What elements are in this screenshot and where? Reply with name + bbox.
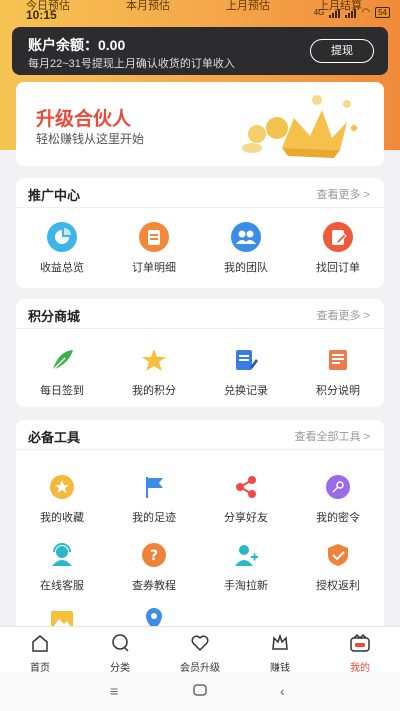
coupon-tutorial-item[interactable]: ? 查券教程 [108, 540, 200, 593]
add-user-icon [231, 540, 261, 570]
tools-more-link[interactable]: 查看全部工具 > [295, 428, 370, 444]
item-label: 授权返利 [316, 580, 360, 592]
share-icon [231, 472, 261, 502]
item-label: 每日签到 [40, 385, 84, 397]
my-footprint-item[interactable]: 我的足迹 [108, 472, 200, 525]
promotion-center-card: 推广中心 查看更多 > 收益总览 订单明细 我的团队 找回订单 [16, 178, 384, 288]
item-label: 收益总览 [40, 262, 84, 274]
essential-tools-card: 必备工具 查看全部工具 > 我的收藏 我的足迹 分享好友 我的密令 在线客服 ?… [16, 420, 384, 660]
wifi-icon: ◠ [361, 7, 371, 18]
item-label: 查券教程 [132, 580, 176, 592]
my-secret-code-item[interactable]: 我的密令 [292, 472, 384, 525]
section-title: 积分商城 [28, 309, 81, 324]
system-navigation-bar: ≡ ‹ [0, 672, 400, 711]
item-label: 在线客服 [40, 580, 84, 592]
customer-service-icon [47, 540, 77, 570]
crown-icon [272, 633, 288, 650]
points-description-icon [323, 345, 353, 375]
tab-earn[interactable]: 赚钱 [240, 627, 320, 674]
order-detail-icon [139, 222, 169, 252]
my-points-item[interactable]: 我的积分 [108, 345, 200, 398]
tools-header: 必备工具 查看全部工具 > [16, 420, 384, 450]
authorize-rebate-item[interactable]: 授权返利 [292, 540, 384, 593]
battery-icon: 54 [375, 7, 390, 18]
item-label: 手淘拉新 [224, 580, 268, 592]
tab-home[interactable]: 首页 [0, 627, 80, 674]
tab-mine[interactable]: 我的 [320, 627, 400, 674]
promotion-more-link[interactable]: 查看更多 > [317, 186, 370, 202]
points-mall-header: 积分商城 查看更多 > [16, 299, 384, 329]
crown-coins-illustration-icon [242, 95, 358, 158]
tab-category[interactable]: 分类 [80, 627, 160, 674]
status-bar: 10:15 今日预估 本月预估 上月预估 上月结算 4G ◠ 54 [0, 0, 400, 24]
section-title: 推广中心 [28, 188, 81, 203]
item-label: 分享好友 [224, 512, 268, 524]
withdraw-note: 每月22~31号提现上月确认收货的订单收入 [28, 58, 235, 70]
tab-last-month-estimate[interactable]: 上月预估 [226, 0, 270, 13]
earnings-overview-item[interactable]: 收益总览 [16, 222, 108, 275]
online-service-item[interactable]: 在线客服 [16, 540, 108, 593]
promo-title: 升级合伙人 [36, 109, 132, 130]
network-label: 4G [313, 8, 325, 17]
feather-sign-in-icon [47, 345, 77, 375]
share-friends-item[interactable]: 分享好友 [200, 472, 292, 525]
signal-icon-2 [345, 8, 357, 18]
item-label: 我的密令 [316, 512, 360, 524]
back-icon[interactable]: ‹ [280, 683, 285, 699]
authorize-shield-icon [323, 540, 353, 570]
withdraw-button[interactable]: 提现 [310, 39, 374, 63]
star-icon [139, 345, 169, 375]
exchange-record-item[interactable]: 兑换记录 [200, 345, 292, 398]
status-indicators: 4G ◠ 54 [314, 7, 390, 18]
item-label: 积分说明 [316, 385, 360, 397]
balance-panel: 账户余额：0.00 每月22~31号提现上月确认收货的订单收入 提现 [12, 27, 388, 75]
item-label: 我的足迹 [132, 512, 176, 524]
section-title: 必备工具 [28, 430, 81, 445]
taobao-invite-item[interactable]: 手淘拉新 [200, 540, 292, 593]
partner-upgrade-banner[interactable]: 升级合伙人 轻松赚钱从这里开始 [16, 82, 384, 166]
item-label: 我的积分 [132, 385, 176, 397]
item-label: 我的团队 [224, 262, 268, 274]
signal-icon [329, 8, 341, 18]
retrieve-order-item[interactable]: 找回订单 [292, 222, 384, 275]
footprint-flag-icon [139, 472, 169, 502]
retrieve-order-icon [323, 222, 353, 252]
earnings-chart-icon [47, 222, 77, 252]
bottom-tab-bar: 首页 分类 会员升级 赚钱 我的 [0, 626, 400, 674]
points-description-item[interactable]: 积分说明 [292, 345, 384, 398]
key-icon [323, 472, 353, 502]
team-icon [231, 222, 261, 252]
profile-icon [350, 633, 370, 652]
order-detail-item[interactable]: 订单明细 [108, 222, 200, 275]
points-more-link[interactable]: 查看更多 > [317, 307, 370, 323]
help-icon: ? [139, 540, 169, 570]
menu-icon[interactable]: ≡ [110, 683, 118, 699]
tab-member-upgrade[interactable]: 会员升级 [160, 627, 240, 674]
heart-icon [191, 635, 209, 652]
item-label: 我的收藏 [40, 512, 84, 524]
item-label: 订单明细 [132, 262, 176, 274]
svg-text:?: ? [150, 548, 158, 564]
exchange-record-icon [231, 345, 261, 375]
item-label: 兑换记录 [224, 385, 268, 397]
tab-today-estimate[interactable]: 今日预估 [26, 0, 70, 13]
balance-amount: 账户余额：0.00 [28, 37, 126, 53]
category-icon [112, 634, 129, 652]
promotion-center-header: 推广中心 查看更多 > [16, 178, 384, 208]
favorite-star-icon [47, 472, 77, 502]
daily-sign-in-item[interactable]: 每日签到 [16, 345, 108, 398]
points-mall-card: 积分商城 查看更多 > 每日签到 我的积分 兑换记录 积分说明 [16, 299, 384, 407]
my-favorites-item[interactable]: 我的收藏 [16, 472, 108, 525]
home-square-icon[interactable] [193, 683, 207, 700]
item-label: 找回订单 [316, 262, 360, 274]
tab-month-estimate[interactable]: 本月预估 [126, 0, 170, 13]
promo-subtitle: 轻松赚钱从这里开始 [36, 132, 145, 146]
my-team-item[interactable]: 我的团队 [200, 222, 292, 275]
home-icon [32, 635, 48, 652]
